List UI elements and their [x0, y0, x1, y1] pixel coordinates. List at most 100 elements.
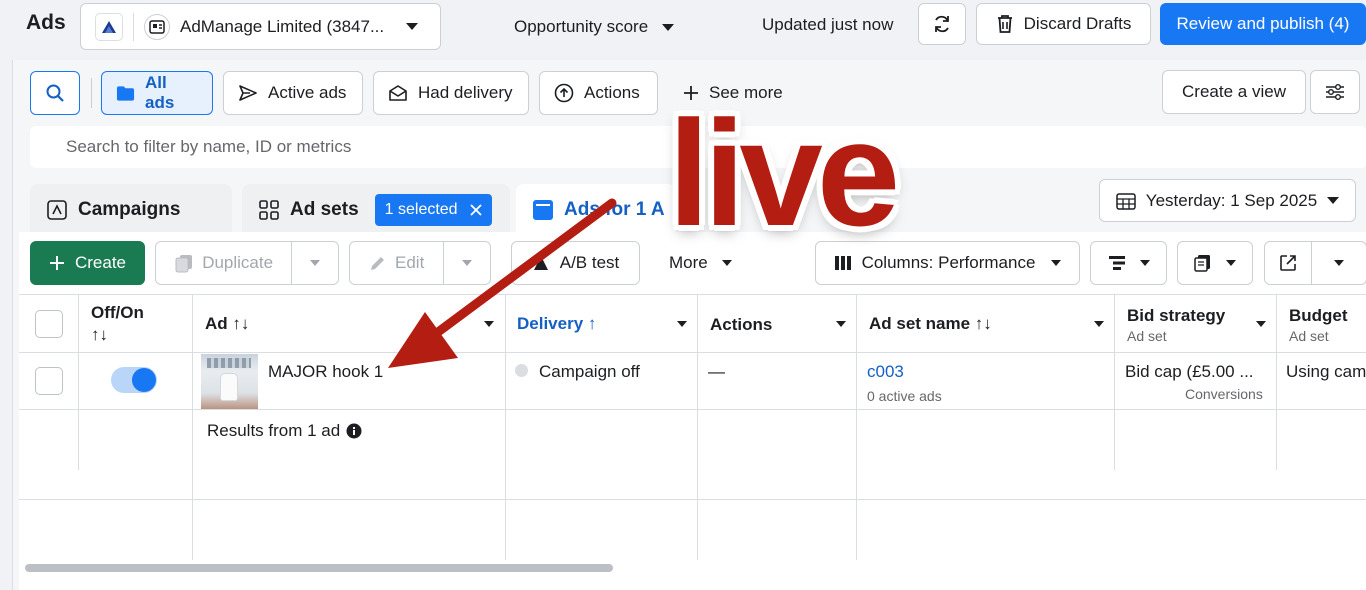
ad-set-active-count: 0 active ads [867, 388, 942, 404]
external-link-icon [1280, 255, 1296, 271]
opportunity-score-label: Opportunity score [514, 17, 649, 36]
date-range-picker[interactable]: Yesterday: 1 Sep 2025 [1099, 179, 1356, 222]
duplicate-button[interactable]: Duplicate [156, 242, 291, 284]
tab-ad-sets[interactable]: Ad sets 1 selected [242, 184, 510, 236]
bid-strategy-header-sub: Ad set [1127, 328, 1167, 344]
tab-campaigns-label: Campaigns [78, 199, 181, 220]
chevron-down-icon [1226, 260, 1236, 266]
ad-name[interactable]: MAJOR hook 1 [268, 362, 383, 382]
bid-strategy-header-label: Bid strategy [1127, 306, 1226, 325]
info-icon[interactable] [346, 423, 362, 439]
tab-ads-label: Ads for 1 A [564, 199, 665, 220]
results-text: Results from 1 ad [207, 421, 341, 440]
selected-badge-label: 1 selected [384, 201, 458, 218]
column-header-actions[interactable]: Actions [710, 315, 772, 335]
filter-actions[interactable]: Actions [539, 71, 658, 115]
duplicate-button-group[interactable]: Duplicate [155, 241, 339, 285]
column-header-delivery[interactable]: Delivery ↑ [517, 314, 596, 334]
chevron-down-icon [1139, 260, 1150, 266]
filter-settings-button[interactable] [1310, 70, 1360, 114]
chevron-down-icon [1334, 260, 1344, 266]
calendar-icon [1116, 192, 1136, 210]
account-selector[interactable]: AdManage Limited (3847... [80, 3, 441, 50]
app-title: Ads [26, 11, 66, 34]
campaign-icon [47, 200, 67, 220]
flask-icon [533, 255, 548, 270]
opportunity-score-dropdown[interactable]: Opportunity score [514, 17, 675, 37]
off-on-header-label: Off/On [91, 303, 144, 322]
refresh-button[interactable] [918, 3, 966, 45]
edit-dropdown[interactable] [444, 242, 490, 284]
column-header-bid-strategy[interactable]: Bid strategy Ad set [1127, 305, 1225, 347]
search-icon [46, 84, 64, 102]
close-icon[interactable] [469, 204, 482, 216]
sort-icon[interactable]: ↑↓ [91, 324, 144, 346]
tab-ads[interactable]: Ads for 1 A [516, 184, 676, 236]
ab-test-button[interactable]: A/B test [511, 241, 640, 285]
budget-header-label: Budget [1289, 306, 1348, 325]
review-and-publish-button[interactable]: Review and publish (4) [1160, 3, 1366, 45]
ad-on-off-toggle[interactable] [111, 367, 157, 393]
discard-drafts-button[interactable]: Discard Drafts [976, 3, 1151, 45]
folder-icon [116, 85, 135, 101]
upload-circle-icon [554, 83, 574, 103]
select-all-checkbox[interactable] [35, 310, 63, 338]
filter-active-ads[interactable]: Active ads [223, 71, 363, 115]
column-header-off-on[interactable]: Off/On ↑↓ [91, 302, 144, 346]
envelope-open-icon [389, 85, 407, 101]
create-view-button[interactable]: Create a view [1162, 70, 1306, 114]
sliders-icon [1326, 84, 1344, 100]
selected-badge[interactable]: 1 selected [374, 194, 492, 226]
date-range-label: Yesterday: 1 Sep 2025 [1145, 190, 1318, 210]
reports-dropdown[interactable] [1177, 241, 1253, 285]
budget-value: Using cam [1286, 362, 1366, 381]
chevron-down-icon[interactable] [677, 321, 687, 327]
ads-table-card: Create Duplicate Edit A/B test More Colu… [19, 232, 1366, 590]
search-button[interactable] [30, 71, 80, 115]
ad-thumbnail[interactable] [201, 354, 258, 410]
chevron-down-icon [310, 260, 321, 266]
filter-actions-label: Actions [584, 83, 640, 102]
filter-all-ads[interactable]: All ads [101, 71, 213, 115]
filter-all-ads-label: All ads [145, 73, 175, 112]
edit-button[interactable]: Edit [350, 242, 443, 284]
row-checkbox[interactable] [35, 367, 63, 395]
discard-drafts-label: Discard Drafts [1023, 14, 1132, 33]
results-summary: Results from 1 ad [207, 421, 362, 441]
bid-strategy-value: Bid cap (£5.00 ... [1125, 362, 1254, 381]
breakdown-dropdown[interactable] [1090, 241, 1167, 285]
chevron-down-icon[interactable] [836, 321, 846, 327]
chevron-down-icon [662, 23, 675, 31]
column-header-ad[interactable]: Ad ↑↓ [205, 314, 249, 334]
chevron-down-icon[interactable] [1094, 321, 1104, 327]
chevron-down-icon [1051, 260, 1062, 266]
export-button-group[interactable] [1264, 241, 1366, 285]
filter-had-delivery[interactable]: Had delivery [373, 71, 529, 115]
column-header-budget[interactable]: Budget Ad set [1289, 305, 1348, 347]
horizontal-scrollbar[interactable] [25, 564, 613, 572]
duplicate-dropdown[interactable] [292, 242, 338, 284]
column-header-ad-set-name[interactable]: Ad set name ↑↓ [869, 314, 992, 334]
reports-icon [1194, 255, 1210, 272]
annotation-live-text: live [668, 89, 900, 257]
edit-button-group[interactable]: Edit [349, 241, 491, 285]
pencil-icon [371, 257, 385, 270]
tab-campaigns[interactable]: Campaigns [30, 184, 232, 236]
updated-status: Updated just now [762, 15, 894, 34]
ad-set-name-link[interactable]: c003 [867, 362, 904, 382]
duplicate-label: Duplicate [202, 253, 274, 272]
chevron-down-icon [1327, 197, 1340, 204]
export-button[interactable] [1265, 242, 1311, 284]
chevron-down-icon[interactable] [1256, 321, 1266, 327]
export-dropdown[interactable] [1312, 242, 1366, 284]
filter-had-delivery-label: Had delivery [418, 83, 513, 102]
account-name: AdManage Limited (3847... [180, 16, 385, 36]
budget-header-sub: Ad set [1289, 328, 1329, 344]
chevron-down-icon [462, 260, 473, 266]
chevron-down-icon[interactable] [484, 321, 494, 327]
top-bar: Ads AdManage Limited (3847... Opportunit… [0, 0, 1366, 52]
plus-icon [49, 256, 64, 270]
create-label: Create [74, 253, 127, 272]
create-button[interactable]: Create [30, 241, 145, 285]
chevron-down-icon [721, 260, 732, 266]
